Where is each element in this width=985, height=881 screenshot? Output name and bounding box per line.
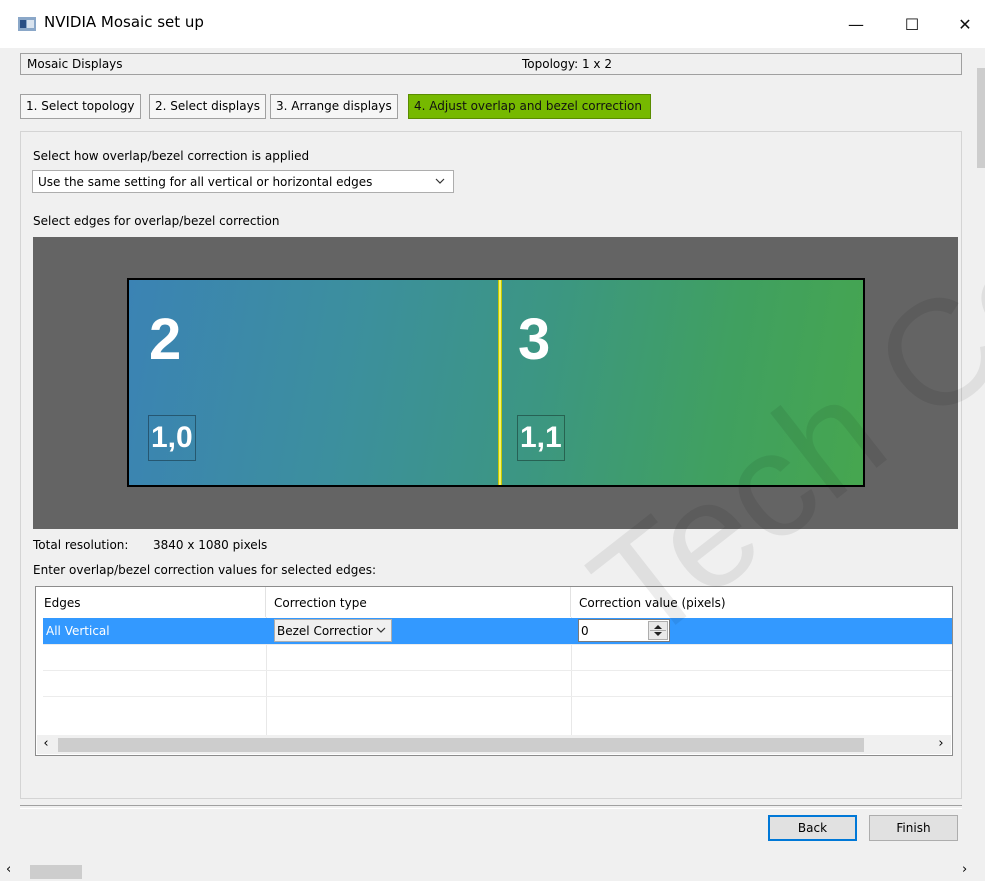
correction-value-input[interactable]: 0 bbox=[578, 619, 670, 642]
column-header-correction-type[interactable]: Correction type bbox=[266, 587, 571, 617]
close-button[interactable]: ✕ bbox=[945, 0, 985, 48]
display-3[interactable]: 3 1,1 bbox=[502, 280, 863, 485]
back-button[interactable]: Back bbox=[768, 815, 857, 841]
table-row bbox=[43, 644, 952, 670]
display-coordinate: 1,1 bbox=[517, 415, 565, 461]
mosaic-header: Mosaic Displays Topology: 1 x 2 bbox=[20, 53, 962, 75]
correction-value: 0 bbox=[581, 624, 589, 638]
finish-button[interactable]: Finish bbox=[869, 815, 958, 841]
scrollbar-thumb[interactable] bbox=[58, 738, 864, 752]
close-icon: ✕ bbox=[958, 14, 972, 34]
display-number: 3 bbox=[518, 307, 551, 372]
table-row bbox=[43, 670, 952, 696]
chevron-down-icon bbox=[435, 174, 445, 191]
apply-mode-value: Use the same setting for all vertical or… bbox=[38, 175, 373, 189]
window-vertical-scrollbar[interactable] bbox=[976, 48, 985, 861]
display-coordinate: 1,0 bbox=[148, 415, 196, 461]
spinner-icon[interactable] bbox=[648, 621, 668, 640]
resolution-value: 3840 x 1080 pixels bbox=[153, 538, 268, 552]
maximize-button[interactable]: ☐ bbox=[889, 0, 935, 48]
title-bar: NVIDIA Mosaic set up — ☐ ✕ bbox=[0, 0, 985, 48]
window-horizontal-scrollbar[interactable]: ‹ › bbox=[0, 861, 985, 881]
correction-table: Edges Correction type Correction value (… bbox=[35, 586, 953, 756]
minimize-button[interactable]: — bbox=[833, 0, 879, 48]
footer-separator bbox=[20, 805, 962, 809]
correction-type-value: Bezel Correctior bbox=[277, 624, 373, 638]
column-header-correction-value[interactable]: Correction value (pixels) bbox=[571, 587, 952, 617]
apply-mode-label: Select how overlap/bezel correction is a… bbox=[33, 149, 310, 163]
table-caption: Enter overlap/bezel correction values fo… bbox=[33, 563, 376, 577]
table-row bbox=[43, 696, 952, 722]
scrollbar-thumb[interactable] bbox=[30, 865, 82, 879]
edge-cell: All Vertical bbox=[46, 624, 110, 638]
scroll-right-icon[interactable]: › bbox=[932, 736, 950, 753]
display-number: 2 bbox=[149, 307, 182, 372]
scroll-right-icon[interactable]: › bbox=[962, 862, 967, 877]
apply-mode-dropdown[interactable]: Use the same setting for all vertical or… bbox=[32, 170, 454, 193]
maximize-icon: ☐ bbox=[904, 14, 920, 34]
table-row[interactable]: All Vertical Bezel Correctior 0 bbox=[43, 618, 952, 644]
tab-select-displays[interactable]: 2. Select displays bbox=[149, 94, 266, 119]
display-group: 2 1,0 3 1,1 bbox=[127, 278, 865, 487]
display-2[interactable]: 2 1,0 bbox=[129, 280, 499, 485]
scroll-left-icon[interactable]: ‹ bbox=[6, 862, 11, 877]
tab-select-topology[interactable]: 1. Select topology bbox=[20, 94, 141, 119]
window-title: NVIDIA Mosaic set up bbox=[44, 13, 204, 31]
resolution-label: Total resolution: bbox=[33, 538, 129, 552]
chevron-down-icon bbox=[376, 623, 386, 640]
section-label: Mosaic Displays bbox=[27, 57, 123, 71]
tab-adjust-overlap-bezel[interactable]: 4. Adjust overlap and bezel correction bbox=[408, 94, 651, 119]
topology-label: Topology: 1 x 2 bbox=[522, 57, 612, 71]
scroll-left-icon[interactable]: ‹ bbox=[37, 736, 55, 753]
scrollbar-thumb[interactable] bbox=[977, 68, 985, 168]
minimize-icon: — bbox=[848, 14, 864, 34]
tab-arrange-displays[interactable]: 3. Arrange displays bbox=[270, 94, 398, 119]
edges-label: Select edges for overlap/bezel correctio… bbox=[33, 214, 280, 228]
column-header-edges[interactable]: Edges bbox=[36, 587, 266, 617]
nvidia-app-icon bbox=[18, 17, 36, 31]
table-horizontal-scrollbar[interactable]: ‹ › bbox=[37, 735, 951, 754]
correction-type-dropdown[interactable]: Bezel Correctior bbox=[274, 619, 392, 642]
